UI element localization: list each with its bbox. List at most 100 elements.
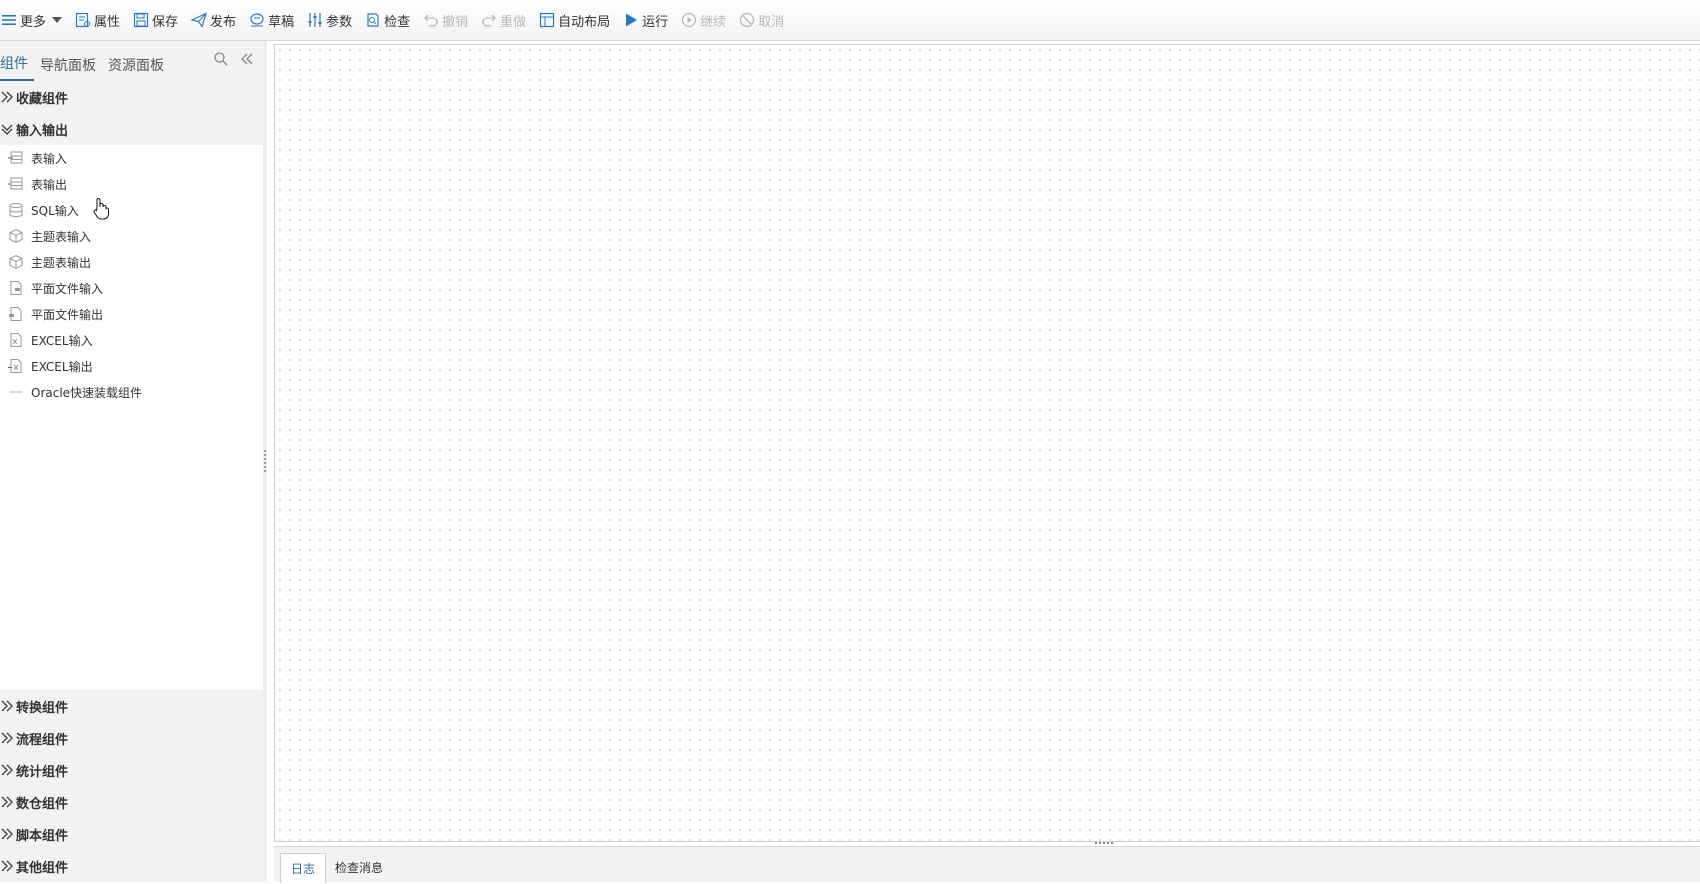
- file-icon: [8, 280, 24, 296]
- section-flow-label: 流程组件: [16, 732, 69, 748]
- collapse-panel-icon[interactable]: [239, 51, 255, 67]
- undo-icon: [422, 11, 440, 29]
- auto-layout-label: 自动布局: [558, 14, 611, 30]
- draft-icon: [248, 11, 266, 29]
- play-icon: [622, 11, 640, 29]
- run-button[interactable]: 运行: [616, 0, 674, 40]
- cancel-label: 取消: [758, 14, 785, 30]
- section-io-label: 输入输出: [16, 123, 69, 139]
- more-menu-button[interactable]: 更多: [0, 0, 68, 40]
- list-item-flat-file-input[interactable]: 平面文件输入: [0, 275, 263, 301]
- section-transform[interactable]: 转换组件: [0, 690, 263, 722]
- section-script[interactable]: 脚本组件: [0, 818, 263, 850]
- section-statistics[interactable]: 统计组件: [0, 754, 263, 786]
- publish-button[interactable]: 发布: [184, 0, 242, 40]
- tab-resources[interactable]: 资源面板: [108, 47, 170, 81]
- list-item-topic-table-output[interactable]: 主题表输出: [0, 249, 263, 275]
- tab-navigation[interactable]: 导航面板: [40, 47, 102, 81]
- list-item-excel-output[interactable]: EXCEL输出: [0, 353, 263, 379]
- table-output-icon: [8, 176, 24, 192]
- continue-label: 继续: [700, 14, 727, 30]
- check-label: 检查: [384, 14, 411, 30]
- list-item-sql-input[interactable]: SQL输入: [0, 197, 263, 223]
- paper-plane-icon: [190, 11, 208, 29]
- cancel-button[interactable]: 取消: [732, 0, 790, 40]
- tab-components[interactable]: 组件: [0, 45, 34, 81]
- hamburger-icon: [0, 11, 18, 29]
- panel-tabs: 组件 导航面板 资源面板: [0, 41, 263, 81]
- save-button[interactable]: 保存: [126, 0, 184, 40]
- list-item-oracle-fast-load[interactable]: Oracle快速装载组件: [0, 379, 263, 405]
- properties-button[interactable]: 属性: [68, 0, 126, 40]
- item-label: 平面文件输入: [31, 281, 104, 296]
- oracle-load-icon: [8, 384, 24, 400]
- undo-label: 撤销: [442, 14, 469, 30]
- undo-button[interactable]: 撤销: [416, 0, 474, 40]
- draft-label: 草稿: [268, 14, 295, 30]
- save-icon: [132, 11, 150, 29]
- more-label: 更多: [20, 14, 47, 30]
- tab-log[interactable]: 日志: [280, 853, 327, 883]
- panel-tools: [213, 51, 255, 67]
- section-script-label: 脚本组件: [16, 828, 69, 844]
- draft-button[interactable]: 草稿: [242, 0, 300, 40]
- properties-icon: [74, 11, 92, 29]
- double-chevron-down-icon: [0, 122, 14, 136]
- redo-button[interactable]: 重做: [474, 0, 532, 40]
- params-button[interactable]: 参数: [300, 0, 358, 40]
- list-item-flat-file-output[interactable]: 平面文件输出: [0, 301, 263, 327]
- item-label: 平面文件输出: [31, 307, 104, 322]
- hand-cursor-icon: [92, 197, 110, 221]
- database-icon: [8, 202, 24, 218]
- double-chevron-right-icon: [0, 859, 14, 873]
- layout-icon: [538, 11, 556, 29]
- play-circle-icon: [680, 11, 698, 29]
- splitter-grip-icon[interactable]: [264, 450, 268, 472]
- run-label: 运行: [642, 14, 669, 30]
- toolbar: 更多 属性 保存 发布 草稿 参数 检查 撤销 重做 自动布局 运行 继续 取消: [0, 0, 1700, 41]
- tab-check-messages[interactable]: 检查消息: [325, 853, 393, 882]
- double-chevron-right-icon: [0, 763, 14, 777]
- list-item-excel-input[interactable]: EXCEL输入: [0, 327, 263, 353]
- double-chevron-right-icon: [0, 90, 14, 104]
- properties-label: 属性: [94, 14, 121, 30]
- section-transform-label: 转换组件: [16, 700, 69, 716]
- double-chevron-right-icon: [0, 699, 14, 713]
- sliders-icon: [306, 11, 324, 29]
- design-canvas[interactable]: [274, 44, 1700, 842]
- list-item-table-input[interactable]: 表输入: [0, 145, 263, 171]
- check-button[interactable]: 检查: [358, 0, 416, 40]
- section-flow[interactable]: 流程组件: [0, 722, 263, 754]
- item-label: 主题表输入: [31, 229, 92, 244]
- section-favorites[interactable]: 收藏组件: [0, 81, 263, 113]
- excel-file-icon: [8, 332, 24, 348]
- item-label: 表输入: [31, 151, 68, 166]
- item-label: 主题表输出: [31, 255, 92, 270]
- section-favorites-label: 收藏组件: [16, 91, 69, 107]
- continue-button[interactable]: 继续: [674, 0, 732, 40]
- cube-icon: [8, 254, 24, 270]
- list-item-table-output[interactable]: 表输出: [0, 171, 263, 197]
- section-statistics-label: 统计组件: [16, 764, 69, 780]
- search-icon[interactable]: [213, 51, 229, 67]
- double-chevron-right-icon: [0, 731, 14, 745]
- item-label: EXCEL输出: [31, 359, 93, 374]
- item-label: EXCEL输入: [31, 333, 93, 348]
- redo-icon: [480, 11, 498, 29]
- auto-layout-button[interactable]: 自动布局: [532, 0, 616, 40]
- check-icon: [364, 11, 382, 29]
- double-chevron-right-icon: [0, 827, 14, 841]
- excel-file-icon: [8, 358, 24, 374]
- section-other[interactable]: 其他组件: [0, 850, 263, 882]
- ban-icon: [738, 11, 756, 29]
- file-icon: [8, 306, 24, 322]
- io-component-list: 表输入 表输出 SQL输入 主题表输入 主题表输出 平面文件输入 平面文件输出: [0, 145, 263, 691]
- section-io[interactable]: 输入输出: [0, 113, 263, 145]
- section-warehouse-label: 数仓组件: [16, 796, 69, 812]
- section-warehouse[interactable]: 数仓组件: [0, 786, 263, 818]
- redo-label: 重做: [500, 14, 527, 30]
- item-label: Oracle快速装载组件: [31, 385, 143, 400]
- collapsed-sections: 转换组件 流程组件 统计组件 数仓组件 脚本组件 其他组件: [0, 690, 263, 882]
- item-label: SQL输入: [31, 203, 79, 218]
- list-item-topic-table-input[interactable]: 主题表输入: [0, 223, 263, 249]
